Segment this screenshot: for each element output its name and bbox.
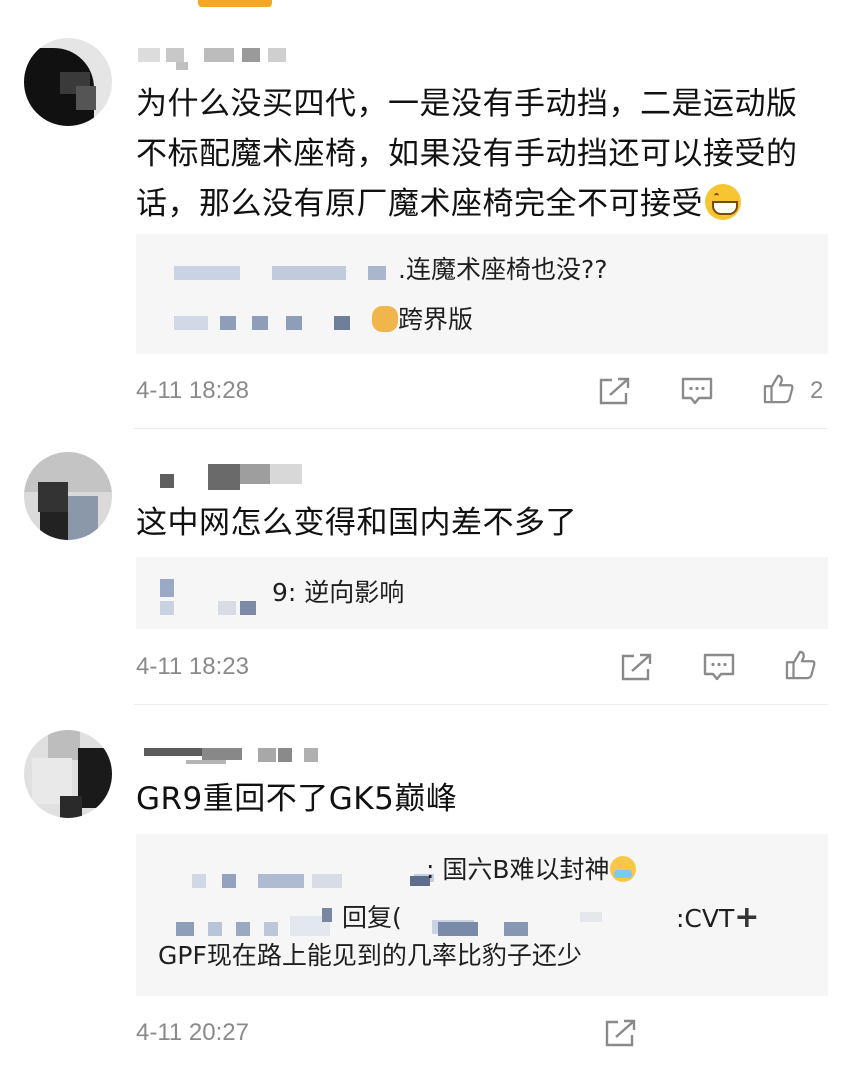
comment-feed: 为什么没买四代，一是没有手动挡，二是运动版 不标配魔术座椅，如果没有手动挡还可以… <box>0 0 852 1065</box>
share-icon[interactable] <box>598 376 632 406</box>
comment-text: 这中网怎么变得和国内差不多了 <box>136 498 826 548</box>
reply-user-blurred <box>160 579 174 597</box>
comment-line: 这中网怎么变得和国内差不多了 <box>136 505 577 541</box>
thumbs-up-icon[interactable] <box>784 650 818 680</box>
comment-icon[interactable] <box>702 652 736 682</box>
reply-text: 跨界版 <box>372 304 473 336</box>
comment-time: 4-11 20:27 <box>136 1019 249 1046</box>
share-icon[interactable] <box>604 1018 638 1048</box>
comment-item: GR9重回不了GK5巅峰 : 国六B难以封神 回复( :CVT+ GPF现在路上… <box>0 706 852 1065</box>
like-count: 2 <box>810 377 824 404</box>
comment-icon[interactable] <box>680 376 714 406</box>
comment-line: 话，那么没有原厂魔术座椅完全不可接受 <box>136 179 826 229</box>
reply-user-blurred <box>192 874 206 888</box>
username-blurred[interactable] <box>138 44 338 70</box>
plus-icon: + <box>734 900 760 935</box>
avatar[interactable] <box>24 38 112 126</box>
reply-text: GPF现在路上能见到的几率比豹子还少 <box>158 941 582 970</box>
reply-preview[interactable]: .连魔术座椅也没?? 跨界版 <box>136 234 828 354</box>
avatar[interactable] <box>24 452 112 540</box>
dog-emoji-icon <box>372 306 398 332</box>
divider <box>134 704 828 705</box>
reply-text: : 国六B难以封神 <box>426 854 636 886</box>
crying-emoji-icon <box>609 856 636 882</box>
reply-user-blurred <box>174 266 240 280</box>
username-blurred[interactable] <box>138 462 338 490</box>
comment-line: GR9重回不了GK5巅峰 <box>136 781 458 817</box>
reply-preview[interactable]: 9: 逆向影响 <box>136 557 828 629</box>
username-blurred[interactable] <box>138 744 338 770</box>
comment-text: 为什么没买四代，一是没有手动挡，二是运动版 不标配魔术座椅，如果没有手动挡还可以… <box>136 79 826 229</box>
comment-time: 4-11 18:23 <box>136 653 249 680</box>
comment-line: 不标配魔术座椅，如果没有手动挡还可以接受的 <box>136 136 798 172</box>
reply-user-blurred <box>176 922 194 936</box>
comment-time: 4-11 18:28 <box>136 377 249 404</box>
reply-text: 9: 逆向影响 <box>272 578 405 607</box>
comment-line: 为什么没买四代，一是没有手动挡，二是运动版 <box>136 86 798 122</box>
reply-text: 回复( <box>342 903 402 932</box>
reply-text: :CVT+ <box>676 900 760 935</box>
reply-user-blurred <box>174 316 208 330</box>
thumbs-up-icon[interactable] <box>762 374 796 404</box>
comment-item: 这中网怎么变得和国内差不多了 9: 逆向影响 4-11 18:23 <box>0 430 852 706</box>
comment-item: 为什么没买四代，一是没有手动挡，二是运动版 不标配魔术座椅，如果没有手动挡还可以… <box>0 0 852 430</box>
divider <box>134 428 828 429</box>
comment-text: GR9重回不了GK5巅峰 <box>136 774 826 824</box>
avatar[interactable] <box>24 730 112 818</box>
reply-text: .连魔术座椅也没?? <box>398 255 608 284</box>
share-icon[interactable] <box>620 652 654 682</box>
reply-preview[interactable]: : 国六B难以封神 回复( :CVT+ GPF现在路上能见到的几率比豹子还少 <box>136 834 828 996</box>
grin-emoji-icon <box>705 184 741 220</box>
